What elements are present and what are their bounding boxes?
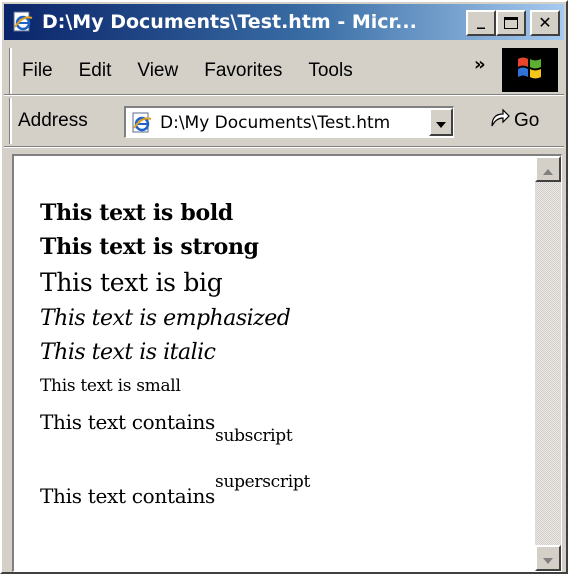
big-text: This text is big [40,268,223,297]
subscript-prefix: This text contains [40,410,216,434]
close-icon: ✕ [538,13,552,32]
menu-overflow-icon[interactable]: » [474,54,486,75]
maximize-icon [504,17,518,29]
menu-file[interactable]: File [22,60,53,82]
go-arrow-icon [488,108,510,134]
scroll-up-button[interactable] [535,156,561,182]
window-title: D:\My Documents\Test.htm - Micr... [42,11,417,33]
bold-text: This text is bold [40,200,233,226]
chevron-up-icon [543,160,553,179]
subscript-text: subscript [215,426,293,446]
browser-window: D:\My Documents\Test.htm - Micr... _ ✕ F… [0,0,568,574]
page-viewport[interactable]: This text is bold This text is strong Th… [12,154,562,572]
menu-view[interactable]: View [137,60,178,82]
chevron-down-icon [543,549,553,568]
minimize-button[interactable]: _ [466,10,496,36]
scroll-down-button[interactable] [535,545,561,571]
windows-logo-icon [515,54,545,86]
small-text: This text is small [40,376,181,396]
vertical-scrollbar[interactable] [535,156,561,571]
subscript-line: This text containssubscript [40,410,520,454]
superscript-prefix: This text contains [40,484,216,508]
address-label: Address [18,110,88,131]
ie-page-icon [130,111,154,135]
minimize-icon: _ [477,10,485,29]
title-bar[interactable]: D:\My Documents\Test.htm - Micr... _ ✕ [4,4,564,40]
address-bar: Address D:\My Documents\Test.htm Go [10,98,562,144]
throbber [502,48,558,92]
menu-favorites[interactable]: Favorites [204,60,282,82]
close-button[interactable]: ✕ [530,10,560,36]
toolbar-divider [4,94,564,96]
address-value[interactable]: D:\My Documents\Test.htm [160,113,420,133]
address-input[interactable]: D:\My Documents\Test.htm [124,106,454,138]
italic-text: This text is italic [40,340,216,365]
ie-page-icon[interactable] [10,9,36,35]
maximize-button[interactable] [496,10,526,36]
superscript-text: superscript [215,472,310,492]
strong-text: This text is strong [40,234,259,260]
caption-buttons: _ ✕ [466,10,560,36]
document-body: This text is bold This text is strong Th… [40,196,520,508]
emphasized-text: This text is emphasized [40,306,291,331]
menu-bar: File Edit View Favorites Tools » [10,48,488,94]
address-dropdown-button[interactable] [429,108,453,136]
go-button[interactable]: Go [488,106,539,136]
superscript-line: This text containssuperscript [40,474,520,509]
chevron-down-icon [436,113,446,132]
address-divider [4,146,564,148]
menu-edit[interactable]: Edit [79,60,112,82]
menu-tools[interactable]: Tools [308,60,352,82]
go-label: Go [514,110,540,131]
